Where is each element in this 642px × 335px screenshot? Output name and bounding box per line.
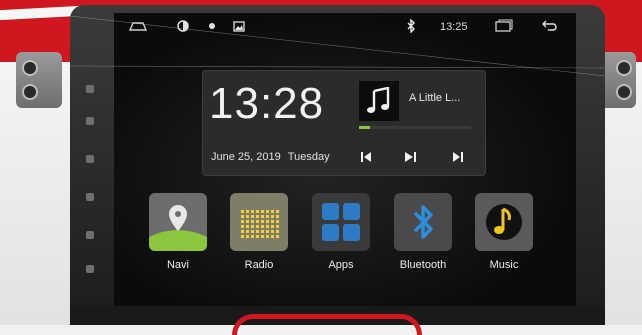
screw-icon [22, 84, 38, 100]
apps-grid-icon [322, 203, 360, 241]
radio-dot [271, 235, 274, 238]
radio-dot [266, 235, 269, 238]
screw-icon [616, 84, 632, 100]
bluetooth-icon [406, 18, 416, 35]
widget-date: June 25, 2019 [211, 151, 281, 163]
radio-dot [246, 210, 249, 213]
radio-dot [246, 225, 249, 228]
radio-dot [251, 220, 254, 223]
radio-dot [256, 220, 259, 223]
radio-label: Radio [244, 259, 274, 271]
music-app-button[interactable] [475, 193, 533, 251]
navi-label: Navi [166, 259, 189, 271]
mount-bracket-left [16, 52, 62, 108]
radio-dot [256, 230, 259, 233]
radio-dot [261, 210, 264, 213]
radio-dot [266, 230, 269, 233]
previous-track-button[interactable] [359, 150, 373, 166]
radio-dot [241, 225, 244, 228]
music-note-icon [367, 87, 390, 113]
radio-dot [271, 210, 274, 213]
radio-dot [256, 235, 259, 238]
brightness-icon[interactable] [176, 19, 190, 35]
radio-dot [256, 210, 259, 213]
radio-dot [276, 225, 279, 228]
radio-dot [276, 235, 279, 238]
next-track-button[interactable] [451, 150, 465, 166]
widget-date-line: June 25, 2019 Tuesday [211, 151, 330, 163]
clock-media-widget[interactable]: 13:28 June 25, 2019 Tuesday A Little L..… [202, 70, 486, 176]
radio-dot [261, 225, 264, 228]
music-label: Music [489, 259, 519, 271]
radio-dot [251, 210, 254, 213]
radio-dot [271, 215, 274, 218]
radio-dot [251, 235, 254, 238]
radio-dot [276, 210, 279, 213]
play-pause-button[interactable] [403, 150, 419, 166]
radio-dot [276, 215, 279, 218]
bluetooth-label: Bluetooth [399, 259, 447, 271]
gallery-icon[interactable] [232, 19, 246, 35]
radio-app-button[interactable] [230, 193, 288, 251]
track-progress-fill [359, 126, 371, 129]
radio-dot [256, 215, 259, 218]
radio-dot [271, 220, 274, 223]
screw-icon [616, 60, 632, 76]
radio-dot [266, 210, 269, 213]
music-note-icon [486, 204, 522, 240]
apps-label: Apps [328, 259, 354, 271]
radio-dot [241, 210, 244, 213]
radio-dot [266, 225, 269, 228]
radio-dot [261, 235, 264, 238]
radio-dot [241, 215, 244, 218]
back-icon[interactable] [540, 19, 558, 35]
radio-grid-icon [241, 210, 279, 238]
volume-up-button[interactable] [86, 155, 94, 163]
radio-dot [246, 230, 249, 233]
radio-dot [246, 220, 249, 223]
volume-down-button[interactable] [86, 193, 94, 201]
recent-apps-icon[interactable] [494, 19, 514, 35]
radio-dot [261, 220, 264, 223]
radio-dot [266, 215, 269, 218]
status-bar: 13:25 [114, 13, 576, 41]
radio-dot [271, 230, 274, 233]
radio-dot [251, 230, 254, 233]
radio-dot [251, 225, 254, 228]
bluetooth-app-button[interactable] [394, 193, 452, 251]
radio-dot [241, 230, 244, 233]
home-hard-button[interactable] [86, 117, 94, 125]
radio-dot [251, 215, 254, 218]
power-button[interactable] [86, 85, 94, 93]
radio-dot [246, 215, 249, 218]
navi-app-button[interactable] [149, 193, 207, 251]
back-hard-button[interactable] [86, 231, 94, 239]
radio-dot [271, 225, 274, 228]
apps-app-button[interactable] [312, 193, 370, 251]
radio-dot [241, 220, 244, 223]
widget-time: 13:28 [209, 79, 325, 128]
map-pin-icon [149, 205, 207, 251]
radio-dot [246, 235, 249, 238]
radio-dot [241, 235, 244, 238]
mic-icon [86, 265, 94, 273]
radio-dot [276, 220, 279, 223]
bluetooth-icon [413, 205, 433, 239]
record-dot-icon [206, 19, 218, 35]
screw-icon [22, 60, 38, 76]
track-title[interactable]: A Little L... [409, 92, 460, 104]
radio-dot [256, 225, 259, 228]
widget-weekday: Tuesday [287, 151, 330, 163]
radio-dot [266, 220, 269, 223]
car-home-icon[interactable] [128, 19, 148, 35]
radio-dot [276, 230, 279, 233]
status-time: 13:25 [440, 21, 468, 33]
radio-dot [261, 215, 264, 218]
track-progress-bar[interactable] [359, 126, 471, 129]
touch-screen: 13:25 13:28 June 25, 2019 Tuesday A Litt… [114, 13, 576, 306]
album-art[interactable] [359, 81, 399, 121]
radio-dot [261, 230, 264, 233]
